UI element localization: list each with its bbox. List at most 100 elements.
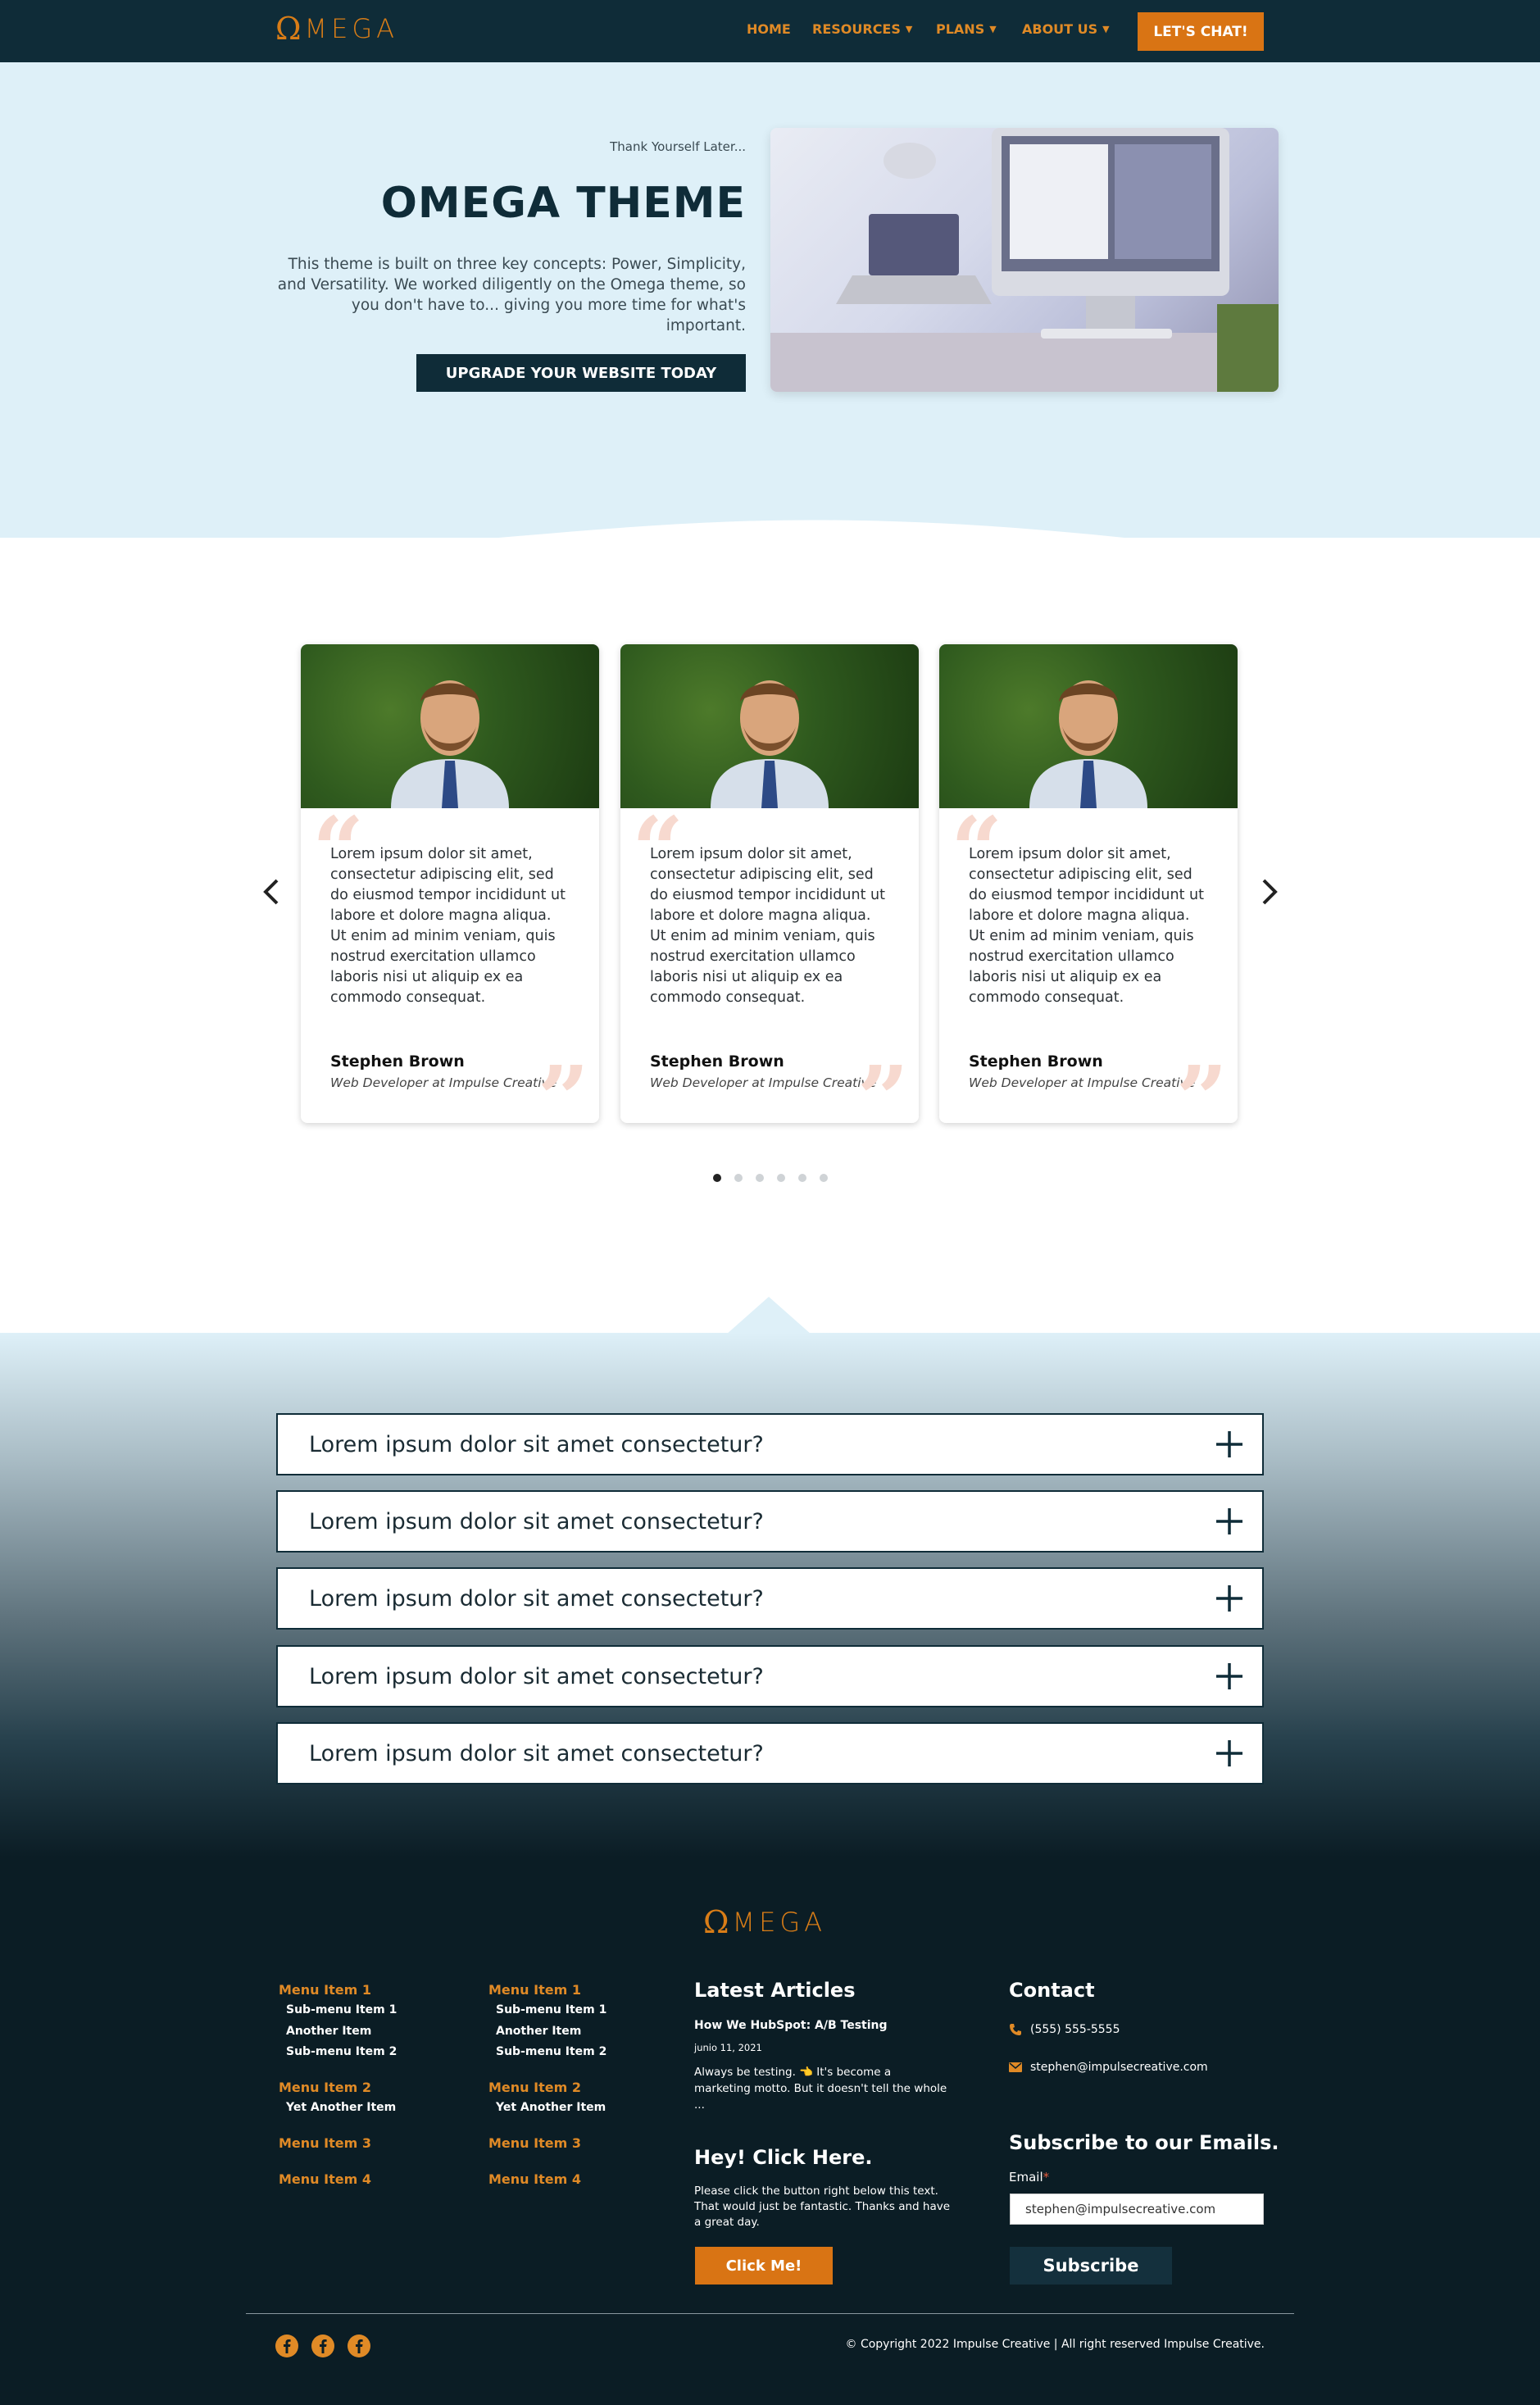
testimonial-role: Web Developer at Impulse Creative [330,1075,557,1090]
email-address: stephen@impulsecreative.com [1030,2061,1208,2074]
logo-text: MEGA [732,1907,827,1938]
nav-item-resources[interactable]: RESOURCES ▼ [812,21,912,37]
email-label: Email* [1009,2170,1049,2185]
site-footer [0,1857,1540,2405]
article-title-link[interactable]: How We HubSpot: A/B Testing [694,2019,888,2032]
faq-question: Lorem ipsum dolor sit amet consectetur? [309,1508,764,1534]
phone-number: (555) 555-5555 [1030,2023,1120,2036]
carousel-dot[interactable] [798,1174,806,1182]
faq-item[interactable]: Lorem ipsum dolor sit amet consectetur? [276,1490,1264,1553]
carousel-dot[interactable] [756,1174,764,1182]
faq-item[interactable]: Lorem ipsum dolor sit amet consectetur? [276,1645,1264,1707]
subscribe-button[interactable]: Subscribe [1010,2247,1172,2285]
testimonial-photo [939,644,1238,808]
quote-close-icon: ” [856,1046,909,1124]
carousel-pagination [713,1174,828,1182]
lets-chat-button[interactable]: LET'S CHAT! [1138,12,1264,51]
copyright-text: © Copyright 2022 Impulse Creative | All … [845,2338,1265,2351]
carousel-dot[interactable] [820,1174,828,1182]
nav-item-home[interactable]: HOME [747,21,791,37]
footer-menu-item[interactable]: Menu Item 3 [488,2135,581,2151]
plus-icon[interactable] [1215,1739,1244,1768]
hero-wave-divider [0,520,1540,652]
footer-menu-item[interactable]: Menu Item 2 [279,2080,371,2095]
required-asterisk: * [1043,2170,1050,2185]
omega-icon: Ω [275,11,302,47]
footer-submenu-item[interactable]: Sub-menu Item 2 [496,2045,606,2058]
plus-icon[interactable] [1215,1507,1244,1536]
person-illustration [391,680,509,808]
hero-description: This theme is built on three key concept… [277,256,746,334]
subscribe-heading: Subscribe to our Emails. [1009,2131,1279,2154]
subscribe-email-input[interactable]: stephen@impulsecreative.com [1010,2194,1264,2225]
facebook-icon[interactable] [311,2334,335,2358]
email-input-value: stephen@impulsecreative.com [1025,2202,1216,2216]
footer-logo[interactable]: Ω MEGA [703,1907,826,1938]
caret-down-icon: ▼ [1102,24,1110,34]
footer-menu-item[interactable]: Menu Item 4 [279,2171,371,2187]
nav-label: ABOUT US [1022,21,1098,37]
nav-item-plans[interactable]: PLANS ▼ [936,21,997,37]
testimonial-text: Lorem ipsum dolor sit amet, consectetur … [330,846,566,1006]
footer-menu-item[interactable]: Menu Item 4 [488,2171,581,2187]
plus-icon[interactable] [1215,1430,1244,1459]
contact-heading: Contact [1009,1979,1095,2002]
testimonial-card: “ Lorem ipsum dolor sit amet, consectetu… [301,644,599,1123]
footer-menu-item[interactable]: Menu Item 3 [279,2135,371,2151]
testimonial-card: “ Lorem ipsum dolor sit amet, consectetu… [939,644,1238,1123]
footer-submenu-item[interactable]: Yet Another Item [286,2101,396,2114]
testimonial-name: Stephen Brown [330,1052,465,1071]
footer-divider [246,2313,1294,2314]
testimonial-text: Lorem ipsum dolor sit amet, consectetur … [969,846,1204,1006]
hero-title: OMEGA THEME [380,179,746,228]
faq-item[interactable]: Lorem ipsum dolor sit amet consectetur? [276,1567,1264,1630]
person-illustration [711,680,829,808]
upgrade-website-button[interactable]: UPGRADE YOUR WEBSITE TODAY [416,354,746,392]
site-logo[interactable]: Ω MEGA [275,13,398,44]
click-me-button[interactable]: Click Me! [695,2247,833,2285]
quote-close-icon: ” [1175,1046,1228,1124]
caret-down-icon: ▼ [989,24,997,34]
plus-icon[interactable] [1215,1584,1244,1613]
footer-submenu-item[interactable]: Sub-menu Item 2 [286,2045,397,2058]
carousel-dot[interactable] [713,1174,721,1182]
faq-question: Lorem ipsum dolor sit amet consectetur? [309,1740,764,1766]
hero-image-desk-setup [770,128,1279,392]
carousel-prev-arrow-icon[interactable] [256,875,288,908]
omega-icon: Ω [703,1904,729,1940]
phone-icon [1010,2024,1021,2035]
nav-label: HOME [747,21,791,37]
logo-text: MEGA [304,13,399,44]
facebook-icon[interactable] [347,2334,371,2358]
carousel-dot[interactable] [734,1174,743,1182]
click-here-text: Please click the button right below this… [694,2185,951,2229]
article-date: junio 11, 2021 [694,2042,762,2053]
faq-pointer [726,1297,811,1334]
faq-item[interactable]: Lorem ipsum dolor sit amet consectetur? [276,1722,1264,1784]
footer-submenu-item[interactable]: Sub-menu Item 1 [286,2003,397,2016]
footer-submenu-item[interactable]: Sub-menu Item 1 [496,2003,606,2016]
faq-question: Lorem ipsum dolor sit amet consectetur? [309,1663,764,1689]
click-here-heading: Hey! Click Here. [694,2146,873,2169]
site-header: Ω MEGA HOME RESOURCES ▼ PLANS ▼ ABOUT US ▼ … [0,0,1540,62]
testimonial-text: Lorem ipsum dolor sit amet, consectetur … [650,846,885,1006]
testimonial-name: Stephen Brown [650,1052,784,1071]
testimonial-card: “ Lorem ipsum dolor sit amet, consectetu… [620,644,919,1123]
plus-icon[interactable] [1215,1662,1244,1691]
footer-menu-item[interactable]: Menu Item 1 [279,1982,371,1998]
quote-close-icon: ” [537,1046,589,1124]
carousel-next-arrow-icon[interactable] [1252,875,1285,908]
footer-submenu-item[interactable]: Another Item [286,2025,371,2038]
person-illustration [1029,680,1147,808]
footer-menu-item[interactable]: Menu Item 2 [488,2080,581,2095]
contact-phone[interactable]: (555) 555-5555 [1009,2023,1120,2036]
faq-item[interactable]: Lorem ipsum dolor sit amet consectetur? [276,1413,1264,1475]
nav-item-about-us[interactable]: ABOUT US ▼ [1022,21,1110,37]
carousel-dot[interactable] [777,1174,785,1182]
footer-menu-item[interactable]: Menu Item 1 [488,1982,581,1998]
contact-email[interactable]: stephen@impulsecreative.com [1009,2061,1208,2074]
facebook-icon[interactable] [275,2334,299,2358]
footer-submenu-item[interactable]: Another Item [496,2025,581,2038]
faq-question: Lorem ipsum dolor sit amet consectetur? [309,1431,764,1457]
footer-submenu-item[interactable]: Yet Another Item [496,2101,606,2114]
